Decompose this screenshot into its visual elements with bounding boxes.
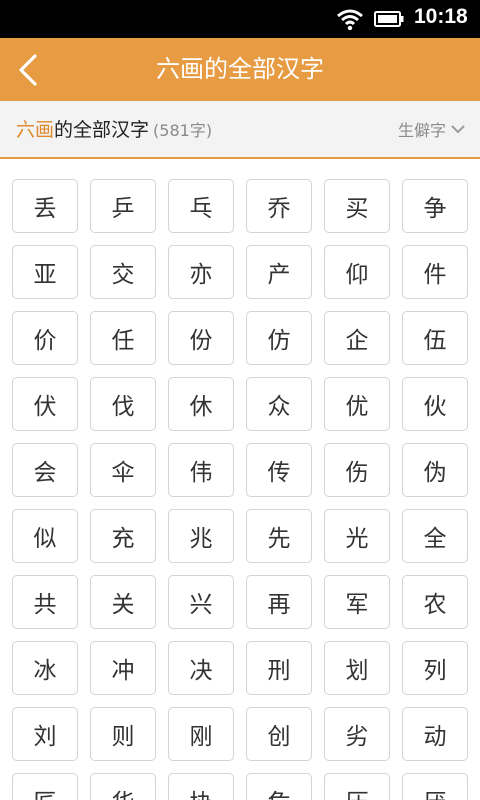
character-cell[interactable]: 价 [12,311,78,365]
character-cell[interactable]: 似 [12,509,78,563]
character-cell[interactable]: 任 [90,311,156,365]
character-cell[interactable]: 伞 [90,443,156,497]
character-cell[interactable]: 产 [246,245,312,299]
character-cell[interactable]: 全 [402,509,468,563]
character-cell[interactable]: 乓 [168,179,234,233]
character-cell[interactable]: 动 [402,707,468,761]
list-header: 六画的全部汉字 (581字) 生僻字 [0,101,480,159]
character-cell[interactable]: 会 [12,443,78,497]
character-cell[interactable]: 压 [324,773,390,800]
character-cell[interactable]: 伤 [324,443,390,497]
character-cell[interactable]: 关 [90,575,156,629]
character-cell[interactable]: 伪 [402,443,468,497]
character-cell[interactable]: 决 [168,641,234,695]
status-time: 10:18 [414,5,468,28]
character-cell[interactable]: 份 [168,311,234,365]
character-cell[interactable]: 交 [90,245,156,299]
character-cell[interactable]: 兆 [168,509,234,563]
character-cell[interactable]: 危 [246,773,312,800]
character-cell[interactable]: 仿 [246,311,312,365]
character-cell[interactable]: 共 [12,575,78,629]
character-cell[interactable]: 众 [246,377,312,431]
back-arrow-icon[interactable] [14,53,42,87]
character-cell[interactable]: 丢 [12,179,78,233]
character-cell[interactable]: 伏 [12,377,78,431]
character-cell[interactable]: 买 [324,179,390,233]
character-cell[interactable]: 企 [324,311,390,365]
character-cell[interactable]: 则 [90,707,156,761]
character-cell[interactable]: 创 [246,707,312,761]
character-cell[interactable]: 协 [168,773,234,800]
character-cell[interactable]: 厌 [402,773,468,800]
character-cell[interactable]: 冰 [12,641,78,695]
character-cell[interactable]: 优 [324,377,390,431]
filter-label: 生僻字 [397,121,446,140]
character-grid: 丢乒乓乔买争亚交亦产仰件价任份仿企伍伏伐休众优伙会伞伟传伤伪似充兆先光全共关兴再… [12,179,472,800]
character-cell[interactable]: 匠 [12,773,78,800]
battery-icon [374,11,404,27]
character-count: (581字) [153,121,213,140]
character-cell[interactable]: 光 [324,509,390,563]
character-cell[interactable]: 乔 [246,179,312,233]
character-cell[interactable]: 农 [402,575,468,629]
character-cell[interactable]: 仰 [324,245,390,299]
character-cell[interactable]: 件 [402,245,468,299]
character-cell[interactable]: 列 [402,641,468,695]
character-cell[interactable]: 伍 [402,311,468,365]
heading-rest: 的全部汉字 [54,119,150,141]
nav-bar: 六画的全部汉字 [0,38,480,101]
character-cell[interactable]: 军 [324,575,390,629]
character-cell[interactable]: 亦 [168,245,234,299]
character-cell[interactable]: 伟 [168,443,234,497]
character-cell[interactable]: 刑 [246,641,312,695]
character-cell[interactable]: 冲 [90,641,156,695]
rare-characters-filter[interactable]: 生僻字 [398,117,466,141]
heading-highlight: 六画 [16,119,55,141]
page-title: 六画的全部汉字 [156,55,324,83]
character-cell[interactable]: 争 [402,179,468,233]
character-cell[interactable]: 充 [90,509,156,563]
character-cell[interactable]: 兴 [168,575,234,629]
character-cell[interactable]: 亚 [12,245,78,299]
character-cell[interactable]: 刘 [12,707,78,761]
chevron-down-icon [451,125,465,134]
character-cell[interactable]: 乒 [90,179,156,233]
character-cell[interactable]: 伐 [90,377,156,431]
character-cell[interactable]: 再 [246,575,312,629]
character-cell[interactable]: 刚 [168,707,234,761]
character-cell[interactable]: 划 [324,641,390,695]
character-cell[interactable]: 先 [246,509,312,563]
character-cell[interactable]: 休 [168,377,234,431]
character-cell[interactable]: 华 [90,773,156,800]
character-cell[interactable]: 劣 [324,707,390,761]
status-bar: 10:18 [0,0,480,38]
character-cell[interactable]: 传 [246,443,312,497]
character-cell[interactable]: 伙 [402,377,468,431]
list-heading: 六画的全部汉字 (581字) [16,115,212,142]
wifi-icon [337,9,363,31]
